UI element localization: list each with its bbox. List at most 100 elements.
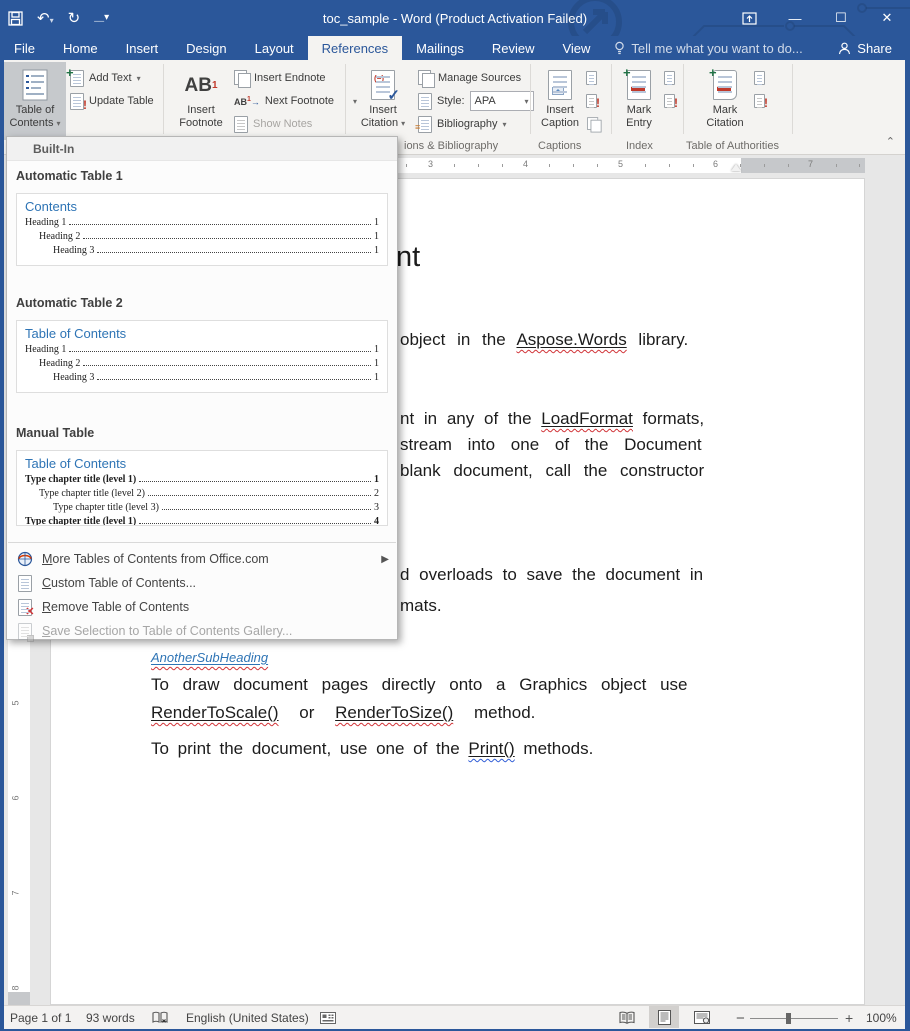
toc-button-label-1: Table of bbox=[16, 104, 55, 117]
document-text-line: blank document, call the constructor bbox=[400, 461, 704, 481]
menu-item-more-tables-from-office[interactable]: More Tables of Contents from Office.com … bbox=[7, 547, 397, 571]
style-select[interactable]: APA▾ bbox=[470, 91, 534, 111]
next-footnote-button[interactable]: AB1→ Next Footnote▾ bbox=[234, 91, 357, 111]
update-table-icon: ! bbox=[70, 93, 84, 110]
ribbon-display-options-icon[interactable] bbox=[726, 0, 772, 36]
ribbon-tabs: File Home Insert Design Layout Reference… bbox=[0, 36, 910, 60]
zoom-out-button[interactable]: − bbox=[736, 1006, 745, 1030]
insert-table-of-authorities-icon bbox=[754, 71, 765, 85]
mark-entry-button[interactable]: +▬ Mark Entry bbox=[616, 62, 662, 140]
web-layout-button[interactable] bbox=[687, 1006, 717, 1028]
zoom-in-button[interactable]: + bbox=[845, 1006, 853, 1030]
update-table-button[interactable]: ! Update Table bbox=[70, 91, 154, 111]
insert-endnote-button[interactable]: Insert Endnote bbox=[234, 68, 326, 88]
insert-caption-button[interactable]: Insert Caption bbox=[536, 62, 584, 140]
ruler-number: 6 bbox=[11, 795, 21, 800]
menu-item-save-selection-to-gallery[interactable]: Save Selection to Table of Contents Gall… bbox=[7, 619, 397, 643]
menu-item-custom-table-of-contents[interactable]: Custom Table of Contents... bbox=[7, 571, 397, 595]
insert-table-of-figures-icon bbox=[586, 71, 597, 85]
ruler-number: 5 bbox=[618, 159, 623, 169]
table-of-contents-dropdown: Built-In Automatic Table 1 Contents Head… bbox=[6, 136, 398, 640]
tab-insert[interactable]: Insert bbox=[112, 36, 173, 60]
read-mode-button[interactable] bbox=[612, 1006, 642, 1028]
keyboard-layout-icon[interactable] bbox=[320, 1006, 336, 1030]
custom-toc-icon bbox=[16, 575, 33, 592]
document-text-line: RenderToScale() or RenderToSize() method… bbox=[151, 703, 535, 723]
update-authorities-table-button[interactable]: ! bbox=[754, 91, 765, 111]
ruler-number: 7 bbox=[808, 159, 813, 169]
zoom-slider[interactable] bbox=[750, 1006, 838, 1030]
document-text-line: mats. bbox=[400, 596, 442, 616]
toc-preview-title: Table of Contents bbox=[25, 456, 379, 471]
ruler-number: 6 bbox=[713, 159, 718, 169]
table-of-contents-icon bbox=[22, 66, 48, 104]
document-heading-fragment: nt bbox=[396, 241, 420, 274]
mark-citation-button[interactable]: +▬ Mark Citation bbox=[698, 62, 752, 140]
tab-file[interactable]: File bbox=[0, 36, 49, 60]
bibliography-icon: ≡ bbox=[418, 116, 432, 133]
tab-home[interactable]: Home bbox=[49, 36, 112, 60]
toc-preview-title: Table of Contents bbox=[25, 326, 379, 341]
update-index-button[interactable]: ! bbox=[664, 91, 675, 111]
language-indicator[interactable]: English (United States) bbox=[186, 1006, 309, 1030]
add-text-button[interactable]: + Add Text▾ bbox=[70, 68, 141, 88]
insert-footnote-icon: AB1 bbox=[184, 66, 217, 104]
document-text-line: nt in any of the LoadFormat formats, bbox=[400, 409, 704, 429]
zoom-percentage[interactable]: 100% bbox=[866, 1006, 897, 1030]
ruler-number: 8 bbox=[11, 985, 21, 990]
tab-mailings[interactable]: Mailings bbox=[402, 36, 478, 60]
title-bar: ↶▾ ↻ ⸏▾ toc_sample - Word (Product Activ… bbox=[0, 0, 910, 36]
toc-preview-rows: Type chapter title (level 1)1Type chapte… bbox=[25, 474, 379, 526]
person-icon bbox=[838, 42, 851, 55]
tab-review[interactable]: Review bbox=[478, 36, 549, 60]
close-button[interactable]: ✕ bbox=[864, 0, 910, 36]
update-index-icon: ! bbox=[664, 94, 675, 108]
tab-references[interactable]: References bbox=[308, 36, 402, 60]
bibliography-button[interactable]: ≡ Bibliography▾ bbox=[418, 114, 507, 134]
update-authorities-table-icon: ! bbox=[754, 94, 765, 108]
toc-preview-rows: Heading 11Heading 21Heading 31 bbox=[25, 344, 379, 383]
gallery-item-manual-table[interactable]: Table of Contents Type chapter title (le… bbox=[16, 450, 388, 526]
insert-footnote-button[interactable]: AB1 Insert Footnote bbox=[172, 62, 230, 140]
lightbulb-icon bbox=[614, 41, 625, 55]
gallery-item-automatic-table-1[interactable]: Contents Heading 11Heading 21Heading 31 bbox=[16, 193, 388, 266]
tell-me-box[interactable]: Tell me what you want to do... bbox=[604, 36, 812, 60]
next-footnote-icon: AB1→ bbox=[234, 96, 260, 107]
toc-preview-rows: Heading 11Heading 21Heading 31 bbox=[25, 217, 379, 256]
group-label-table-of-authorities: Table of Authorities bbox=[686, 140, 779, 152]
insert-index-icon bbox=[664, 71, 675, 85]
word-count[interactable]: 93 words bbox=[86, 1006, 135, 1030]
table-of-contents-button[interactable]: Table of Contents ▾ bbox=[4, 62, 66, 140]
document-text-line: d overloads to save the document in bbox=[400, 565, 703, 585]
add-text-icon: + bbox=[70, 70, 84, 87]
collapse-ribbon-icon[interactable]: ⌃ bbox=[886, 135, 895, 148]
print-layout-button[interactable] bbox=[649, 1006, 679, 1028]
page-indicator[interactable]: Page 1 of 1 bbox=[10, 1006, 71, 1030]
share-button[interactable]: Share bbox=[826, 36, 904, 60]
proofing-errors-icon[interactable] bbox=[152, 1006, 168, 1030]
tab-view[interactable]: View bbox=[548, 36, 604, 60]
document-text-line: To draw document pages directly onto a G… bbox=[151, 675, 687, 695]
insert-index-button[interactable] bbox=[664, 68, 675, 88]
group-label-captions: Captions bbox=[538, 140, 581, 152]
document-text-line: object in the Aspose.Words library. bbox=[400, 330, 688, 350]
minimize-button[interactable]: — bbox=[772, 0, 818, 36]
gallery-item-automatic-table-2[interactable]: Table of Contents Heading 11Heading 21He… bbox=[16, 320, 388, 393]
zoom-slider-thumb[interactable] bbox=[786, 1013, 791, 1024]
document-text-line: To print the document, use one of the Pr… bbox=[151, 739, 593, 759]
menu-item-remove-table-of-contents[interactable]: ✕ Remove Table of Contents bbox=[7, 595, 397, 619]
show-notes-button[interactable]: Show Notes bbox=[234, 114, 312, 134]
cross-reference-button[interactable] bbox=[586, 114, 601, 134]
insert-citation-button[interactable]: (−)✓ Insert Citation ▾ bbox=[354, 62, 412, 140]
maximize-button[interactable]: ☐ bbox=[818, 0, 864, 36]
update-figures-table-button[interactable]: ! bbox=[586, 91, 597, 111]
insert-table-of-authorities-button[interactable] bbox=[754, 68, 765, 88]
office-com-globe-icon bbox=[16, 551, 33, 568]
tab-design[interactable]: Design bbox=[172, 36, 240, 60]
insert-table-of-figures-button[interactable] bbox=[586, 68, 597, 88]
right-indent-marker[interactable] bbox=[731, 164, 741, 171]
mark-citation-icon: +▬ bbox=[713, 66, 737, 104]
tab-layout[interactable]: Layout bbox=[241, 36, 308, 60]
status-bar: Page 1 of 1 93 words English (United Sta… bbox=[4, 1005, 905, 1029]
manage-sources-button[interactable]: Manage Sources bbox=[418, 68, 521, 88]
